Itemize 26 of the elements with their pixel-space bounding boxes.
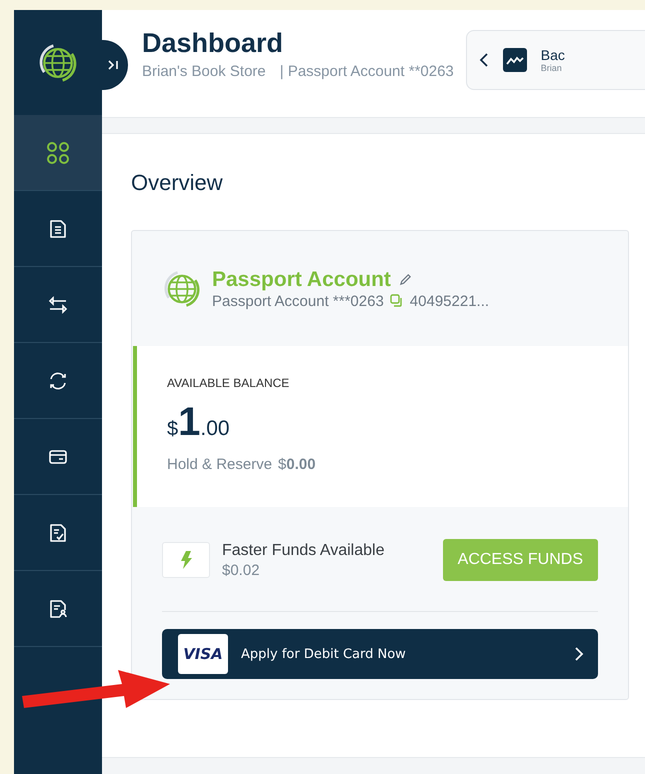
balance-amount: $1.00 [167,402,231,442]
lightning-icon [180,551,192,569]
account-number: Passport Account ***0263 [212,292,384,310]
switcher-account-name: Bac [540,47,565,63]
faster-funds-title: Faster Funds Available [222,542,386,560]
routing-number: 40495221... [410,292,490,310]
account-switcher[interactable]: Bac Brian [466,30,645,90]
expand-icon [107,59,119,71]
hold-value: $0.00 [278,456,316,473]
grid-icon [46,140,70,164]
card-logo: VISA [178,634,228,674]
section-title: Overview [131,170,224,196]
chevron-right-icon [575,647,584,661]
chevron-left-icon [478,53,489,67]
account-name: Passport Account [212,268,391,292]
hold-label: Hold & Reserve [167,456,272,473]
faster-funds-amount: $0.02 [222,562,261,578]
account-summary: | Passport Account **0263 [280,63,454,80]
debit-card-button[interactable]: VISA Apply for Debit Card Now [162,629,598,679]
pencil-icon[interactable] [398,273,412,286]
balance-label: AVAILABLE BALANCE [167,376,290,390]
switcher-owner: Brian [540,63,563,73]
page-title: Dashboard [142,28,284,59]
mountain-logo-icon [502,48,527,72]
sidebar-item[interactable] [14,115,102,191]
business-name: Brian's Book Store [142,63,266,80]
